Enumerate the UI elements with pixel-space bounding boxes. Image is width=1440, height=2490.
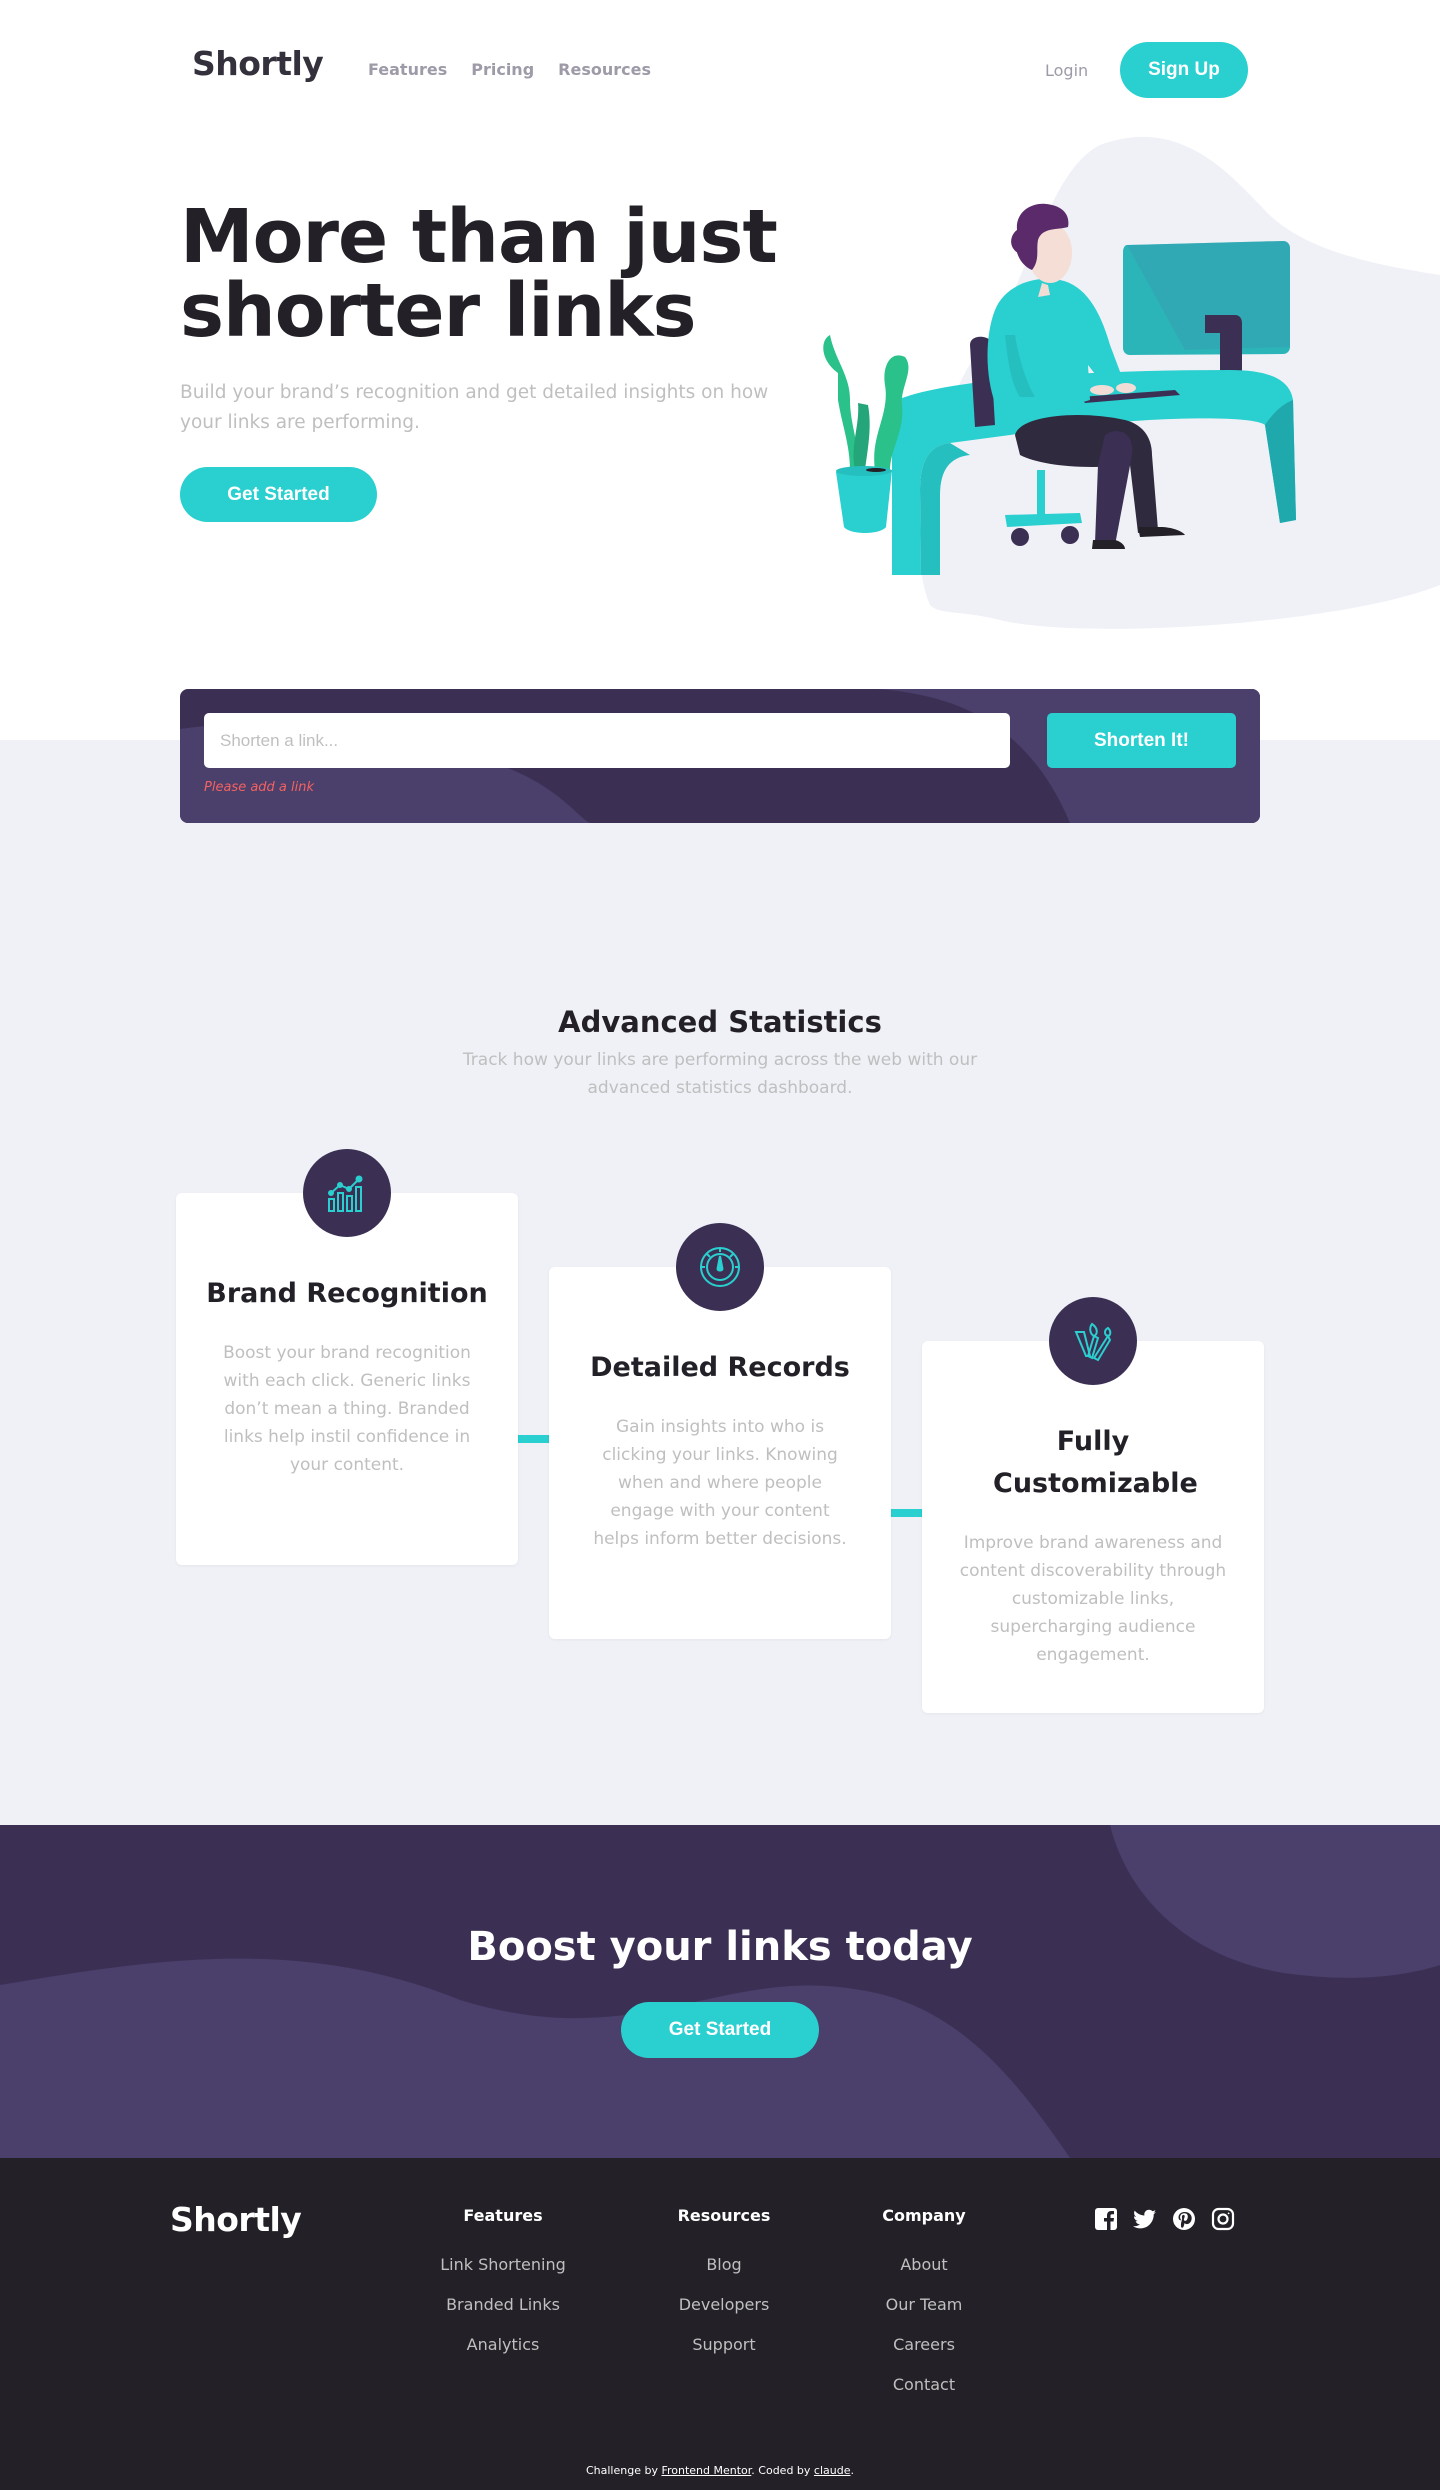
- card-text: Improve brand awareness and content disc…: [959, 1533, 1227, 1665]
- statistics-section: Advanced Statistics Track how your links…: [0, 740, 1440, 1825]
- twitter-icon[interactable]: [1133, 2207, 1157, 2231]
- boost-section: Boost your links today Get Started: [0, 1825, 1440, 2158]
- card-text: Gain insights into who is clicking your …: [593, 1417, 847, 1549]
- signup-button[interactable]: Sign Up: [1120, 42, 1248, 98]
- footer-link-our-team[interactable]: Our Team: [824, 2295, 1024, 2315]
- hero-subtitle: Build your brand’s recognition and get d…: [180, 382, 769, 433]
- main-nav: Features Pricing Resources: [368, 60, 651, 79]
- card-connector: [890, 1509, 922, 1517]
- site-footer: Shortly Features Link Shortening Branded…: [0, 2158, 1440, 2490]
- footer-link-about[interactable]: About: [824, 2255, 1024, 2275]
- boost-title: Boost your links today: [467, 1924, 973, 1970]
- shorten-button[interactable]: Shorten It!: [1047, 713, 1236, 768]
- shorten-error-message: Please add a link: [204, 780, 315, 795]
- footer-column-company: Company About Our Team Careers Contact: [824, 2206, 1024, 2415]
- footer-column-features: Features Link Shortening Branded Links A…: [403, 2206, 603, 2375]
- footer-link-analytics[interactable]: Analytics: [403, 2335, 603, 2355]
- working-illustration: [823, 136, 1440, 629]
- footer-link-support[interactable]: Support: [624, 2335, 824, 2355]
- card-title: Fully Customizable: [993, 1426, 1198, 1499]
- footer-link-link-shortening[interactable]: Link Shortening: [403, 2255, 603, 2275]
- brand-recognition-icon: [303, 1149, 391, 1237]
- attribution-middle: . Coded by: [751, 2464, 814, 2477]
- nav-resources[interactable]: Resources: [558, 60, 651, 79]
- nav-features[interactable]: Features: [368, 60, 447, 79]
- social-links: [1094, 2207, 1235, 2231]
- footer-link-blog[interactable]: Blog: [624, 2255, 824, 2275]
- pinterest-icon[interactable]: [1172, 2207, 1196, 2231]
- frontend-mentor-link[interactable]: Frontend Mentor: [661, 2464, 751, 2477]
- attribution: Challenge by Frontend Mentor. Coded by c…: [0, 2464, 1440, 2477]
- footer-link-careers[interactable]: Careers: [824, 2335, 1024, 2355]
- instagram-icon[interactable]: [1211, 2207, 1235, 2231]
- footer-column-resources: Resources Blog Developers Support: [624, 2206, 824, 2375]
- footer-link-branded-links[interactable]: Branded Links: [403, 2295, 603, 2315]
- attribution-suffix: .: [850, 2464, 855, 2477]
- feature-card-fully-customizable: Fully Customizable Improve brand awarene…: [922, 1297, 1264, 1713]
- hero-title: More than just shorter links: [180, 194, 778, 354]
- attribution-prefix: Challenge by: [585, 2464, 662, 2477]
- author-link[interactable]: claude: [814, 2464, 851, 2477]
- nav-pricing[interactable]: Pricing: [471, 60, 534, 79]
- card-title: Detailed Records: [590, 1352, 850, 1383]
- hero-get-started-button[interactable]: Get Started: [180, 467, 377, 522]
- logo[interactable]: Shortly: [192, 44, 324, 83]
- footer-column-title: Resources: [677, 2206, 771, 2225]
- feature-card-brand-recognition: Brand Recognition Boost your brand recog…: [176, 1149, 518, 1565]
- facebook-icon[interactable]: [1094, 2207, 1118, 2231]
- card-text: Boost your brand recognition with each c…: [223, 1343, 471, 1475]
- footer-logo[interactable]: Shortly: [170, 2200, 302, 2239]
- shorten-url-input[interactable]: [204, 713, 1010, 768]
- footer-column-title: Company: [882, 2206, 966, 2225]
- footer-column-title: Features: [463, 2206, 543, 2225]
- footer-link-developers[interactable]: Developers: [624, 2295, 824, 2315]
- boost-background-pattern: [0, 1825, 1440, 2158]
- card-title: Brand Recognition: [206, 1278, 488, 1309]
- card-connector: [517, 1435, 549, 1443]
- fully-customizable-icon: [1049, 1297, 1137, 1385]
- feature-card-detailed-records: Detailed Records Gain insights into who …: [549, 1223, 891, 1639]
- boost-get-started-button[interactable]: Get Started: [621, 2002, 819, 2058]
- login-link[interactable]: Login: [1045, 61, 1088, 80]
- detailed-records-icon: [676, 1223, 764, 1311]
- stats-title: Advanced Statistics: [558, 1005, 882, 1039]
- footer-link-contact[interactable]: Contact: [824, 2375, 1024, 2395]
- stats-subtitle: Track how your links are performing acro…: [462, 1050, 978, 1098]
- site-header: Shortly Features Pricing Resources Login…: [0, 0, 1440, 140]
- shorten-form: Shorten It! Please add a link: [180, 689, 1260, 823]
